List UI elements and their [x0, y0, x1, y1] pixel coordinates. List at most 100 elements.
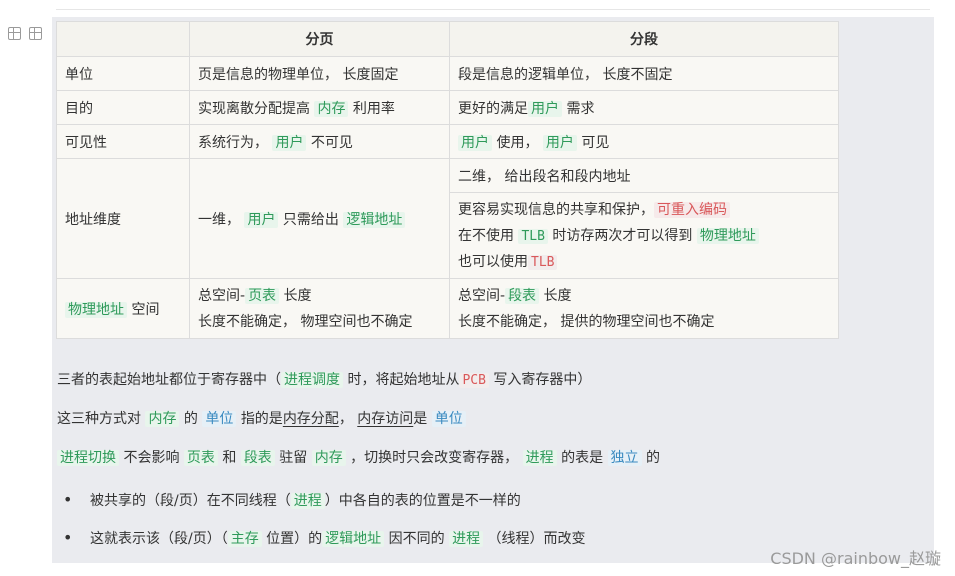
- text: 长度: [283, 287, 312, 304]
- cell-line: 长度不能确定， 提供的物理空间也不确定: [458, 313, 715, 330]
- text: 时访存两次才可以得到: [552, 227, 693, 244]
- cell: 用户 使用， 用户 可见: [449, 124, 839, 159]
- cell: 二维， 给出段名和段内地址: [449, 158, 839, 193]
- highlight: 主存: [227, 531, 262, 547]
- text: 长度: [543, 287, 572, 304]
- text: 的: [645, 450, 660, 466]
- table-row: 可见性 系统行为， 用户 不可见 用户 使用， 用户 可见: [56, 124, 839, 159]
- highlight: 用户: [542, 134, 577, 151]
- text: 使用，: [496, 134, 539, 151]
- highlight: 进程: [522, 450, 557, 466]
- highlight: TLB: [518, 228, 548, 244]
- paragraph-memory-unit: 这三种方式对 内存 的 单位 指的是内存分配， 内存访问是 单位: [57, 408, 466, 428]
- text: 总空间-: [458, 287, 506, 304]
- header-empty: [56, 21, 190, 57]
- table-header-row: 分页 分段: [56, 21, 839, 57]
- underlined-text: 内存分配: [282, 411, 339, 427]
- highlight: 逻辑地址: [322, 531, 385, 547]
- highlight: 用户: [458, 134, 492, 151]
- cell-line: 在不使用 TLB 时访存两次才可以得到 物理地址: [458, 223, 830, 249]
- text: 实现离散分配提高: [198, 100, 310, 117]
- highlight: 段表: [505, 287, 540, 304]
- cell: 一维， 用户 只需给出 逻辑地址: [189, 158, 450, 279]
- highlight: 内存: [314, 100, 349, 117]
- text: 需求: [566, 100, 595, 117]
- table-layout-icon[interactable]: [8, 27, 21, 40]
- cell: 页是信息的物理单位， 长度固定: [189, 56, 450, 91]
- row-label: 目的: [56, 90, 190, 125]
- cell: 总空间- 页表 长度 长度不能确定， 物理空间也不确定: [189, 278, 450, 339]
- highlight: 用户: [244, 211, 279, 228]
- highlight: 物理地址: [696, 227, 759, 244]
- text: 三者的表起始地址都位于寄存器中（: [57, 372, 281, 388]
- cell: 段是信息的逻辑单位， 长度不固定: [449, 56, 839, 91]
- cell: 更容易实现信息的共享和保护， 可重入编码 在不使用 TLB 时访存两次才可以得到 …: [449, 192, 839, 279]
- table-row: 物理地址 空间 总空间- 页表 长度 长度不能确定， 物理空间也不确定 总空间- 段…: [56, 278, 839, 339]
- table-grid-icon[interactable]: [29, 27, 42, 40]
- text: 这三种方式对: [57, 411, 141, 427]
- table-row: 目的 实现离散分配提高 内存 利用率 更好的满足 用户 需求: [56, 90, 839, 125]
- paragraph-table-address: 三者的表起始地址都位于寄存器中（ 进程调度 时，将起始地址从 PCB 写入寄存器中）: [57, 369, 591, 389]
- text: ，: [338, 411, 353, 427]
- cell-line: 也可以使用 TLB: [458, 249, 830, 275]
- text: 总空间-: [198, 287, 246, 304]
- watermark: CSDN @rainbow_赵璇: [770, 549, 941, 568]
- header-paging: 分页: [189, 21, 450, 57]
- highlight: 可重入编码: [654, 201, 730, 218]
- text: 是: [413, 411, 428, 427]
- text: 更容易实现信息的共享和保护，: [458, 201, 654, 218]
- cell-line: 长度不能确定， 物理空间也不确定: [198, 313, 413, 330]
- highlight: 单位: [431, 411, 466, 427]
- highlight: TLB: [528, 254, 558, 270]
- table-row: 地址维度 一维， 用户 只需给出 逻辑地址 二维， 给出段名和段内地址: [56, 158, 839, 279]
- text: 在不使用: [458, 227, 514, 244]
- text: 可见: [581, 134, 610, 151]
- text: 写入寄存器中）: [493, 372, 592, 388]
- text: 也可以使用: [458, 253, 528, 270]
- text: 不可见: [310, 134, 353, 151]
- text: 和: [222, 450, 237, 466]
- cell-line: 更容易实现信息的共享和保护， 可重入编码: [458, 197, 830, 223]
- text: 因不同的: [388, 531, 445, 547]
- highlight: 用户: [528, 100, 562, 117]
- highlight: 进程: [449, 531, 484, 547]
- cell: 实现离散分配提高 内存 利用率: [189, 90, 450, 125]
- cell: 系统行为， 用户 不可见: [189, 124, 450, 159]
- list-item: 被共享的（段/页）在不同线程（进程）中各自的表的位置是不一样的: [63, 490, 521, 510]
- text: 空间: [131, 301, 160, 318]
- highlight: 单位: [202, 411, 237, 427]
- top-divider: [56, 9, 930, 10]
- text: 系统行为，: [198, 134, 268, 151]
- highlight: 页表: [183, 450, 218, 466]
- highlight: 逻辑地址: [343, 211, 406, 228]
- row-label: 单位: [56, 56, 190, 91]
- paragraph-process-switch: 进程切换 不会影响 页表 和 段表 驻留 内存 ，切换时只会改变寄存器， 进程 …: [57, 447, 660, 467]
- text: 更好的满足: [458, 100, 528, 117]
- highlight: 进程调度: [281, 372, 343, 388]
- row-label: 地址维度: [56, 158, 190, 279]
- text: 的: [183, 411, 198, 427]
- highlight: 内存: [311, 450, 346, 466]
- highlight: 进程切换: [57, 450, 119, 466]
- cell: 总空间- 段表 长度 长度不能确定， 提供的物理空间也不确定: [449, 278, 839, 339]
- table-toolbar: [8, 27, 42, 40]
- table-row: 单位 页是信息的物理单位， 长度固定 段是信息的逻辑单位， 长度不固定: [56, 56, 839, 91]
- highlight: 段表: [240, 450, 275, 466]
- cell: 更好的满足 用户 需求: [449, 90, 839, 125]
- text: ）中各自的表的位置是不一样的: [324, 493, 521, 509]
- text: 被共享的（段/页）在不同线程（: [90, 493, 291, 509]
- text: 利用率: [352, 100, 395, 117]
- text: 驻留: [279, 450, 308, 466]
- comparison-table: 分页 分段 单位 页是信息的物理单位， 长度固定 段是信息的逻辑单位， 长度不固…: [56, 21, 839, 339]
- cell-line: 总空间- 段表 长度: [458, 283, 830, 309]
- text: ，切换时只会改变寄存器，: [350, 450, 519, 466]
- text: 这就表示该（段/页）（: [90, 531, 228, 547]
- row-label: 物理地址 空间: [56, 278, 190, 339]
- row-label: 可见性: [56, 124, 190, 159]
- text: 不会影响: [123, 450, 180, 466]
- highlight: PCB: [459, 373, 489, 388]
- highlight: 用户: [272, 134, 307, 151]
- text: 只需给出: [282, 211, 339, 228]
- highlight: 内存: [145, 411, 180, 427]
- underlined-text: 内存访问: [357, 411, 414, 427]
